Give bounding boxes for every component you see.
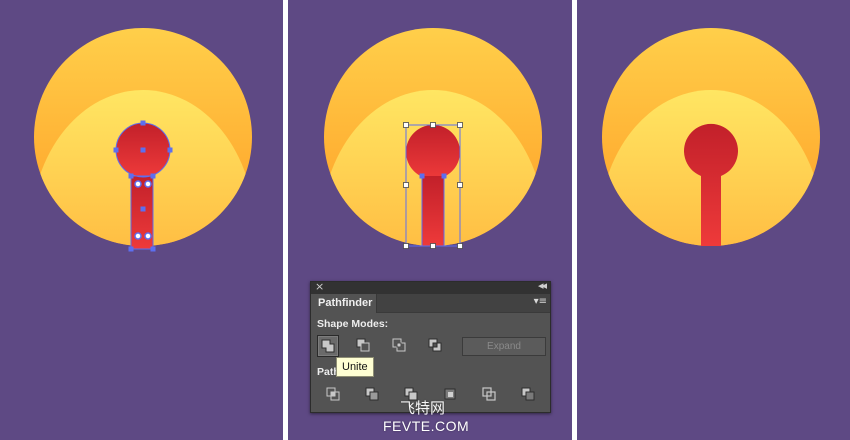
shape-modes-label: Shape Modes: [317,318,389,330]
panel-tab-row: Pathfinder ▾≡ [311,294,550,313]
minus-back-icon [521,387,535,401]
sun-keyhole-scene-selected [0,0,283,260]
divide-icon [326,387,340,401]
sun-keyhole-scene-bounding [288,0,572,260]
minus-back-button[interactable] [518,384,540,406]
minus-front-button[interactable] [353,335,375,357]
unite-button[interactable] [317,335,339,357]
divide-button[interactable] [323,384,345,406]
sun-keyhole-scene-united [577,0,850,260]
exclude-icon [428,338,442,352]
panel-menu-icon[interactable]: ▾≡ [534,296,547,307]
minus-front-icon [356,338,370,352]
pathfinder-panel: × ◂◂ Pathfinder ▾≡ Shape Modes: Expand P… [310,279,551,413]
outline-icon [482,387,496,401]
unite-tooltip: Unite [336,357,374,377]
intersect-icon [392,338,406,352]
watermark-chinese: 飞特网 [400,399,446,417]
unite-icon [321,339,335,353]
trim-button[interactable] [362,384,384,406]
collapse-icon[interactable]: ◂◂ [538,279,547,292]
watermark-english: FEVTE.COM [383,418,470,434]
panel-titlebar: × ◂◂ [311,279,550,294]
keyhole-stem [422,176,444,246]
intersect-button[interactable] [389,335,411,357]
exclude-button[interactable] [425,335,447,357]
tab-pathfinder[interactable]: Pathfinder [311,294,377,313]
expand-button[interactable]: Expand [462,337,546,356]
outline-button[interactable] [479,384,501,406]
trim-icon [365,387,379,401]
close-icon[interactable]: × [315,280,324,293]
keyhole-circle [406,125,460,179]
